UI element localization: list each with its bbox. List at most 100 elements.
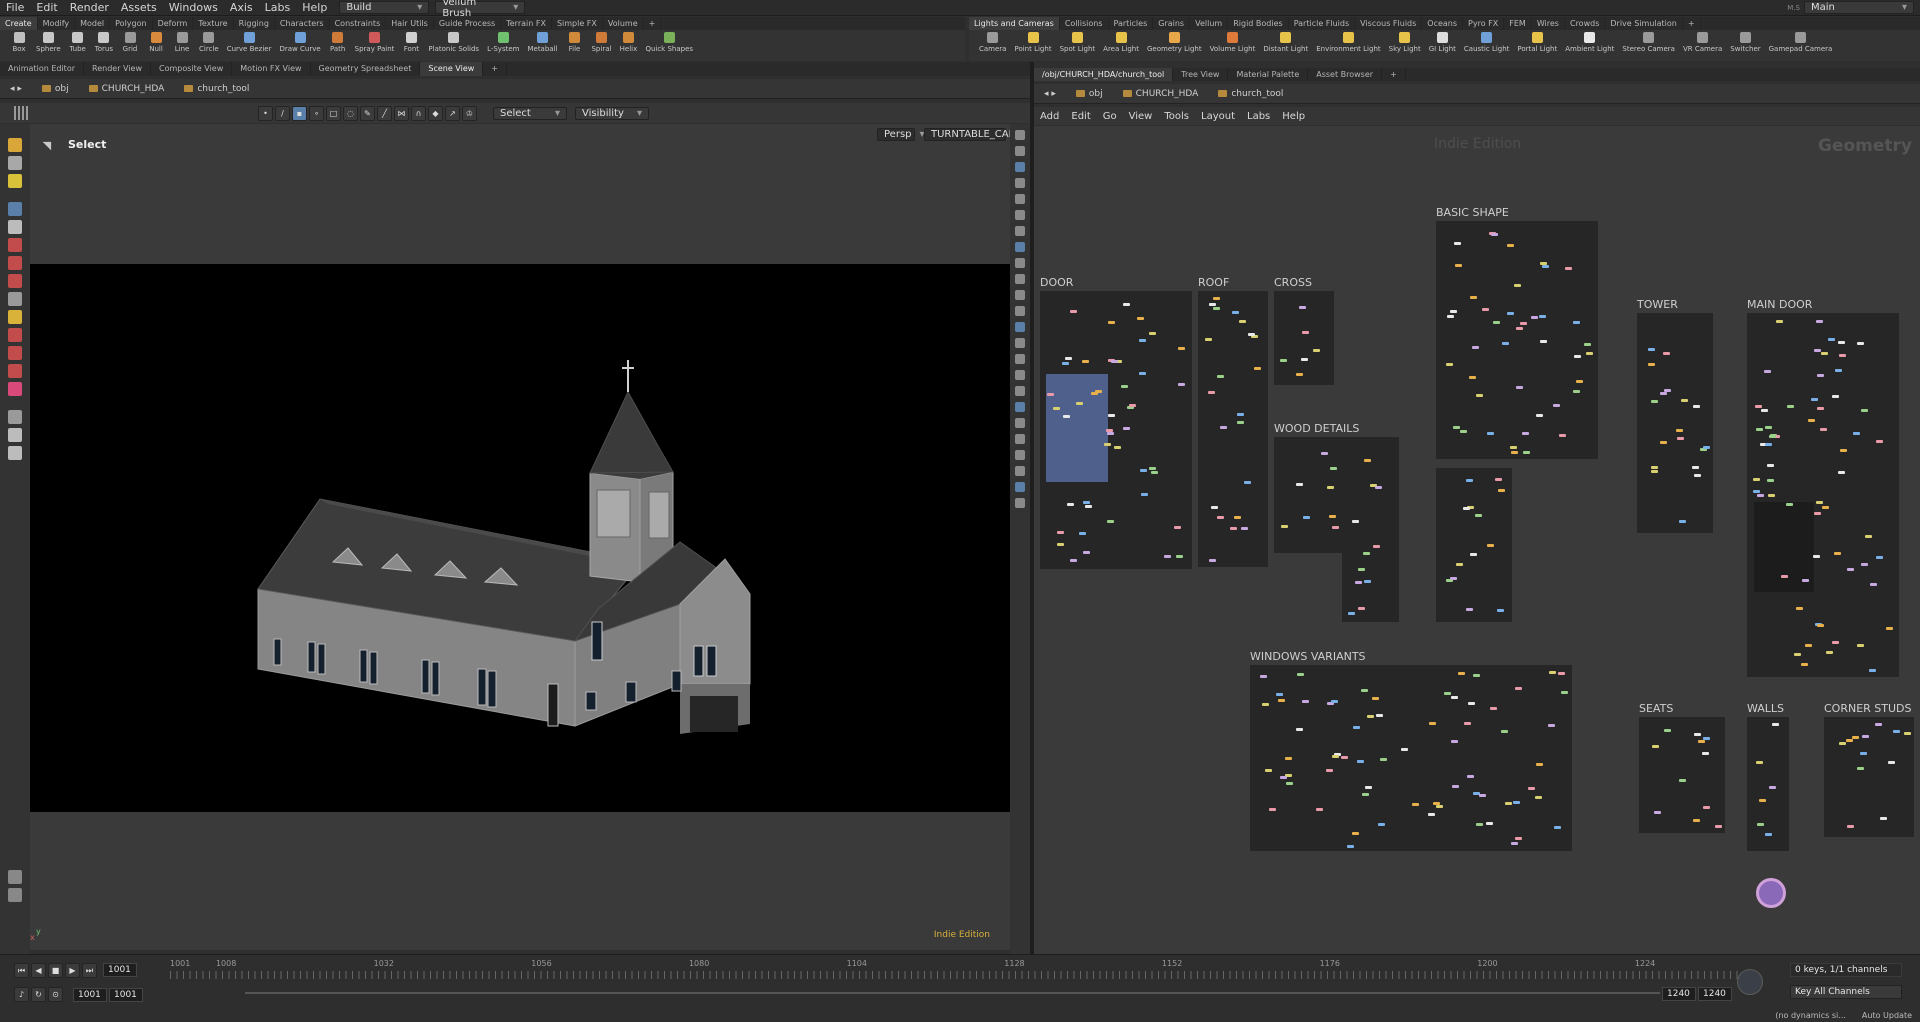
- shelf-tool-sky-light[interactable]: Sky Light: [1385, 30, 1425, 61]
- network-node[interactable]: [1446, 362, 1454, 366]
- display-option-icon[interactable]: [1015, 178, 1025, 188]
- network-node[interactable]: [1548, 723, 1556, 727]
- stop-icon[interactable]: ■: [48, 963, 63, 978]
- shelf-tool-switcher[interactable]: Switcher: [1726, 30, 1764, 61]
- shelf-tool-portal-light[interactable]: Portal Light: [1513, 30, 1561, 61]
- network-node[interactable]: [1538, 315, 1546, 319]
- network-node[interactable]: [1082, 551, 1090, 555]
- shelf-tab-drive-simulation[interactable]: Drive Simulation: [1605, 17, 1683, 30]
- network-node[interactable]: [1452, 784, 1460, 788]
- display-option-icon[interactable]: [1015, 354, 1025, 364]
- network-node[interactable]: [1358, 607, 1366, 611]
- network-node[interactable]: [1520, 322, 1528, 326]
- shelf-tab-modify[interactable]: Modify: [38, 17, 76, 30]
- network-node[interactable]: [1561, 690, 1569, 694]
- loop-icon[interactable]: ↻: [31, 987, 46, 1002]
- network-node[interactable]: [1800, 663, 1808, 667]
- network-node[interactable]: [1328, 514, 1336, 518]
- desk-dropdown[interactable]: Main ▾: [1804, 1, 1914, 14]
- display-option-icon[interactable]: [1015, 402, 1025, 412]
- network-node[interactable]: [1121, 384, 1129, 388]
- network-node[interactable]: [1564, 267, 1572, 271]
- display-option-icon[interactable]: [1015, 210, 1025, 220]
- network-node[interactable]: [1372, 545, 1380, 549]
- network-node[interactable]: [1175, 554, 1183, 558]
- network-node[interactable]: [1548, 671, 1556, 675]
- network-node[interactable]: [1046, 392, 1054, 396]
- network-node[interactable]: [1056, 530, 1064, 534]
- network-node[interactable]: [1514, 836, 1522, 840]
- scale-tool-icon[interactable]: [8, 274, 22, 288]
- network-node[interactable]: [1677, 436, 1685, 440]
- network-node[interactable]: [1573, 320, 1581, 324]
- network-node[interactable]: [1509, 445, 1517, 449]
- network-node[interactable]: [1653, 810, 1661, 814]
- network-node[interactable]: [1692, 404, 1700, 408]
- shelf-tool-vr-camera[interactable]: VR Camera: [1679, 30, 1726, 61]
- network-box-wood-details-left[interactable]: [1274, 437, 1342, 553]
- shelf-tool-gamepad-camera[interactable]: Gamepad Camera: [1765, 30, 1837, 61]
- network-node[interactable]: [1380, 758, 1388, 762]
- network-node[interactable]: [1083, 500, 1091, 504]
- network-node[interactable]: [1794, 653, 1802, 656]
- network-node[interactable]: [1651, 745, 1659, 749]
- network-node[interactable]: [1755, 428, 1763, 432]
- network-node[interactable]: [1892, 730, 1900, 734]
- network-node[interactable]: [1261, 702, 1269, 706]
- tab-network-path[interactable]: /obj/CHURCH_HDA/church_tool: [1034, 68, 1174, 81]
- display-option-icon[interactable]: [1015, 370, 1025, 380]
- network-node[interactable]: [1465, 608, 1473, 612]
- network-node[interactable]: [1208, 302, 1216, 306]
- back-icon[interactable]: ◂ ▸: [1034, 87, 1066, 101]
- handle-icon[interactable]: ↗: [445, 105, 460, 121]
- shelf-tool-quick-shapes[interactable]: Quick Shapes: [641, 30, 697, 61]
- menu-help[interactable]: Help: [296, 0, 333, 16]
- range-slider[interactable]: [245, 992, 1660, 994]
- network-node[interactable]: [1831, 394, 1839, 398]
- network-node[interactable]: [1467, 774, 1475, 778]
- network-box-windows-variants[interactable]: [1250, 665, 1572, 851]
- output-node[interactable]: [1756, 878, 1786, 908]
- network-node[interactable]: [1280, 524, 1288, 528]
- network-node[interactable]: [1433, 801, 1441, 805]
- shelf-tab-hair-utils[interactable]: Hair Utils: [386, 17, 434, 30]
- network-node[interactable]: [1106, 428, 1114, 432]
- network-node[interactable]: [1821, 506, 1829, 510]
- grid-menu-icon[interactable]: [14, 106, 28, 120]
- path-church-tool[interactable]: church_tool: [174, 82, 259, 96]
- network-node[interactable]: [1703, 806, 1711, 810]
- network-node[interactable]: [1861, 735, 1869, 739]
- shelf-tab-texture[interactable]: Texture: [193, 17, 234, 30]
- network-node[interactable]: [1364, 458, 1372, 462]
- shelf-tab-volume[interactable]: Volume: [603, 17, 644, 30]
- shelf-tool-stereo-camera[interactable]: Stereo Camera: [1618, 30, 1679, 61]
- network-node[interactable]: [1447, 314, 1455, 318]
- network-node[interactable]: [1353, 725, 1361, 729]
- network-node[interactable]: [1860, 562, 1868, 566]
- shelf-tab-rigging[interactable]: Rigging: [234, 17, 275, 30]
- network-node[interactable]: [1243, 481, 1251, 485]
- shelf-tool-volume-light[interactable]: Volume Light: [1206, 30, 1260, 61]
- network-node[interactable]: [1870, 583, 1878, 587]
- network-node[interactable]: [1837, 470, 1845, 474]
- jump-end-icon[interactable]: ⏭: [82, 963, 97, 978]
- network-node[interactable]: [1840, 449, 1847, 453]
- display-option-icon[interactable]: [1015, 450, 1025, 460]
- network-node[interactable]: [1838, 742, 1846, 746]
- network-node[interactable]: [1276, 692, 1284, 696]
- network-node[interactable]: [1315, 808, 1323, 812]
- shelf-tab-pyro-fx[interactable]: Pyro FX: [1463, 17, 1505, 30]
- net-path-church-tool[interactable]: church_tool: [1208, 87, 1293, 101]
- network-node[interactable]: [1301, 700, 1309, 704]
- network-node[interactable]: [1330, 466, 1338, 470]
- display-option-icon[interactable]: [1015, 386, 1025, 396]
- network-node[interactable]: [1553, 403, 1561, 407]
- menu-axis[interactable]: Axis: [224, 0, 259, 16]
- shelf-tab-simple-fx[interactable]: Simple FX: [552, 17, 603, 30]
- network-node[interactable]: [1693, 732, 1701, 736]
- network-node[interactable]: [1507, 312, 1515, 316]
- network-node[interactable]: [1378, 823, 1386, 827]
- display-option-icon[interactable]: [1015, 146, 1025, 156]
- network-node[interactable]: [1487, 432, 1495, 436]
- network-node[interactable]: [1530, 316, 1538, 320]
